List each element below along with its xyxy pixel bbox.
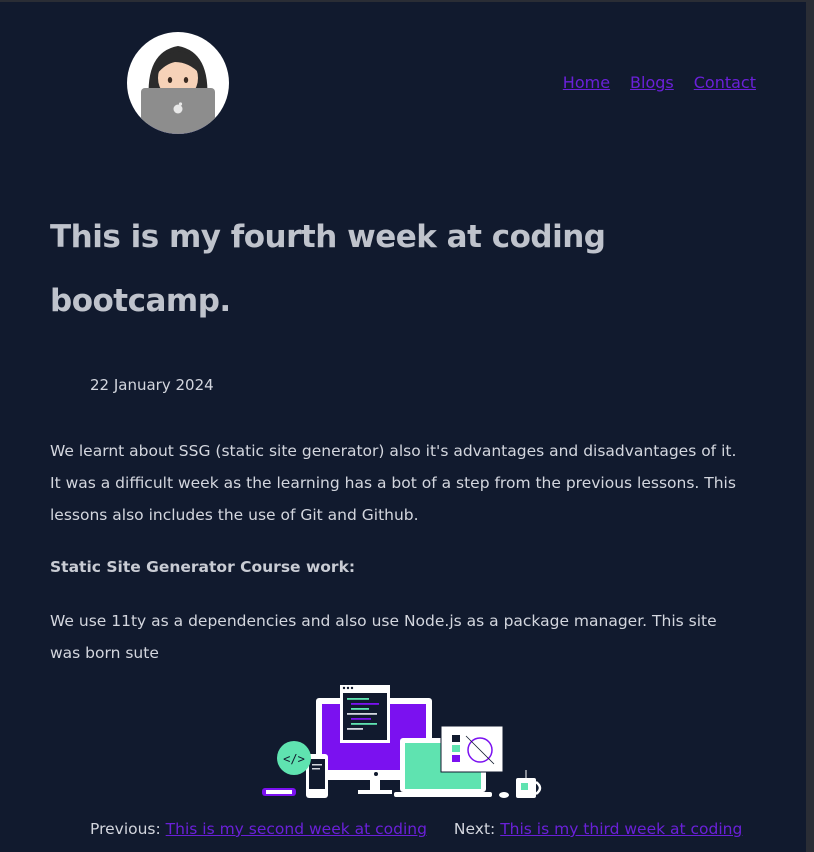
next-post-link[interactable]: This is my third week at coding: [500, 820, 742, 838]
previous-post-link[interactable]: This is my second week at coding: [166, 820, 427, 838]
scrollbar-track[interactable]: [806, 0, 814, 852]
post-intro: We learnt about SSG (static site generat…: [50, 442, 737, 524]
post-pagination: Previous: This is my second week at codi…: [90, 820, 742, 838]
nav-link-home[interactable]: Home: [563, 73, 610, 92]
post-date: 22 January 2024: [90, 376, 214, 394]
devices-illustration-icon: </>: [262, 685, 542, 798]
post-title: This is my fourth week at coding bootcam…: [50, 219, 606, 319]
previous-label: Previous:: [90, 820, 161, 838]
post-subheading: Static Site Generator Course work:: [50, 558, 356, 576]
window-top-border: [0, 0, 814, 2]
devices-illustration: </>: [258, 682, 548, 806]
main-nav: Home Blogs Contact: [563, 73, 756, 92]
svg-text:</>: </>: [283, 752, 305, 766]
nav-link-contact[interactable]: Contact: [694, 73, 756, 92]
post-body: We use 11ty as a dependencies and also u…: [50, 612, 717, 662]
next-label: Next:: [453, 820, 496, 838]
avatar[interactable]: [127, 32, 229, 134]
nav-link-blogs[interactable]: Blogs: [630, 73, 674, 92]
person-with-laptop-icon: [141, 46, 215, 134]
